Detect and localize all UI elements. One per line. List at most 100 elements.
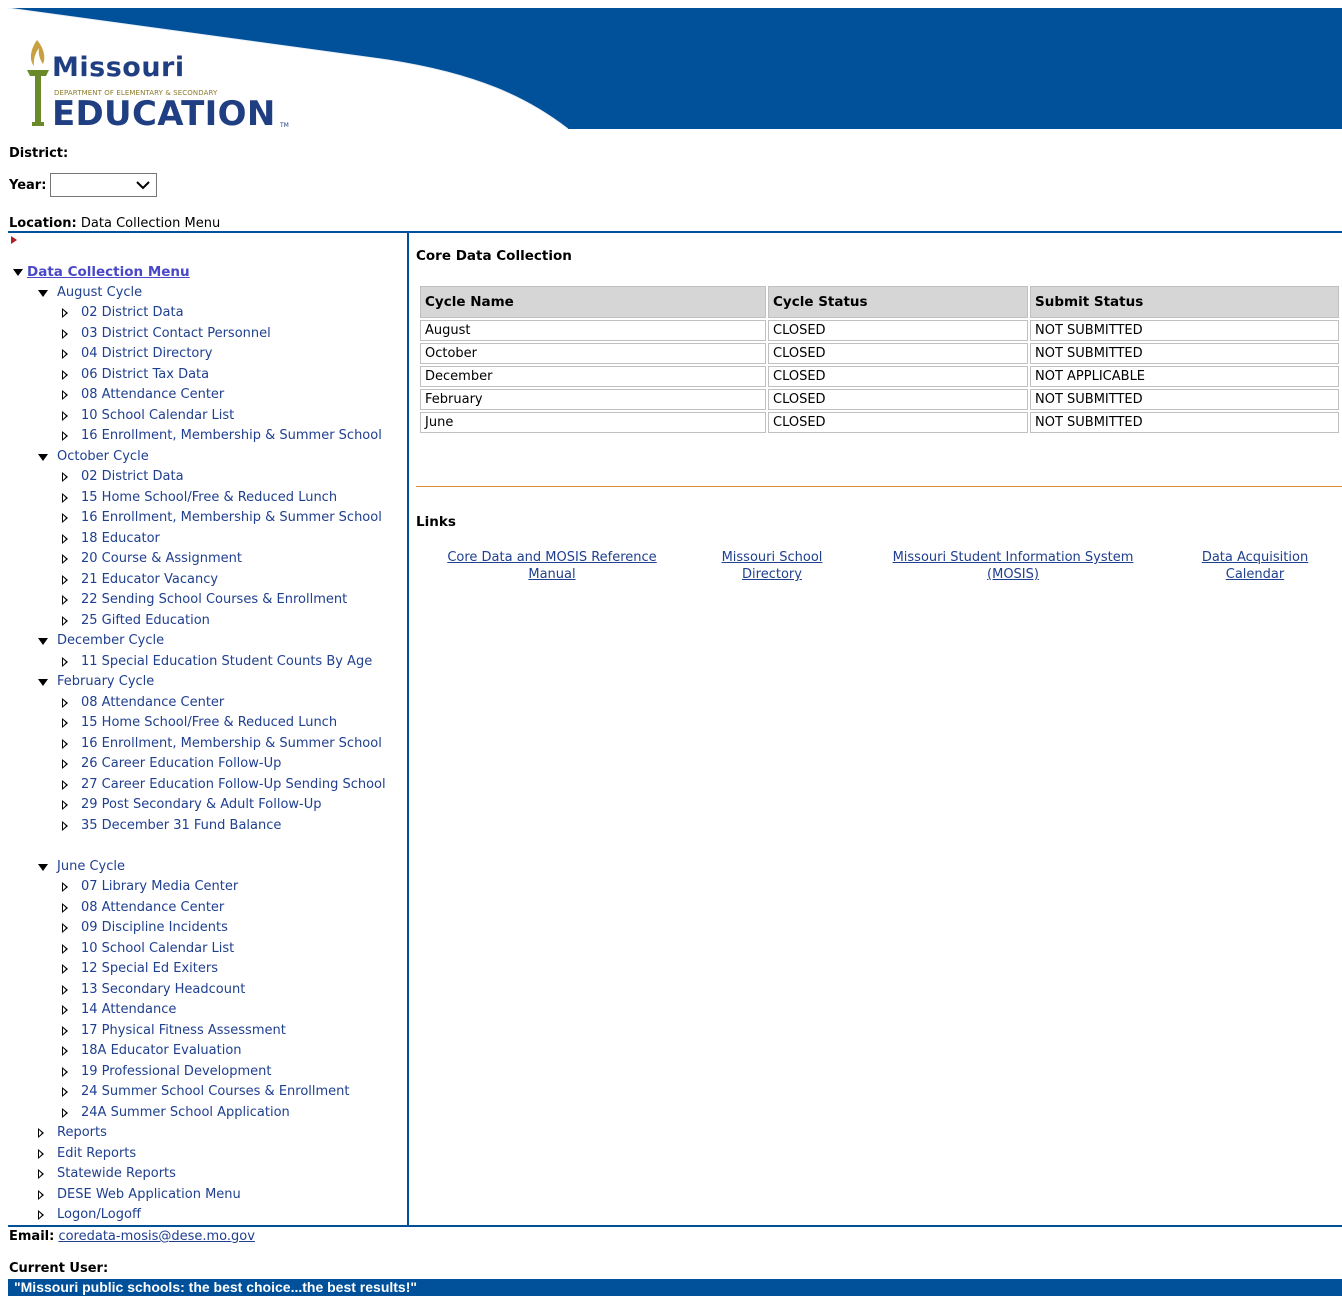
collapsed-icon — [62, 984, 68, 995]
tree-item[interactable]: 19 Professional Development — [11, 1062, 406, 1083]
tree-item[interactable]: 25 Gifted Education — [11, 611, 406, 632]
tree-item[interactable]: 15 Home School/Free & Reduced Lunch — [11, 488, 406, 509]
table-cell: CLOSED — [768, 320, 1028, 341]
tree-item[interactable]: 29 Post Secondary & Adult Follow-Up — [11, 795, 406, 816]
current-user-row: Current User: — [9, 1261, 108, 1276]
tree-statewide-reports[interactable]: Statewide Reports — [11, 1164, 406, 1185]
tree-cycle-october[interactable]: October Cycle — [11, 447, 406, 468]
tree-item[interactable]: 27 Career Education Follow-Up Sending Sc… — [11, 775, 406, 796]
tree-cycle-june[interactable]: June Cycle — [11, 857, 406, 878]
expanded-icon — [38, 453, 48, 461]
current-user-label: Current User: — [9, 1261, 109, 1276]
tree-item[interactable]: 12 Special Ed Exiters — [11, 959, 406, 980]
collapsed-icon — [62, 656, 68, 667]
tree-item[interactable]: 20 Course & Assignment — [11, 549, 406, 570]
table-cell: June — [420, 412, 766, 433]
tree-item[interactable]: 35 December 31 Fund Balance — [11, 816, 406, 837]
tree-item[interactable]: 16 Enrollment, Membership & Summer Schoo… — [11, 508, 406, 529]
tree-item[interactable]: 07 Library Media Center — [11, 877, 406, 898]
table-cell: NOT SUBMITTED — [1030, 343, 1339, 364]
collapsed-icon — [62, 718, 68, 728]
tree-item[interactable]: 10 School Calendar List — [11, 406, 406, 427]
collapsed-icon — [62, 390, 68, 400]
header-banner: Missouri DEPARTMENT OF ELEMENTARY & SECO… — [8, 8, 1342, 129]
tree-item[interactable]: 11 Special Education Student Counts By A… — [11, 652, 406, 673]
collapsed-icon — [62, 943, 68, 954]
collapsed-icon — [62, 533, 68, 544]
tree-item[interactable]: 17 Physical Fitness Assessment — [11, 1021, 406, 1042]
tree-item[interactable]: 22 Sending School Courses & Enrollment — [11, 590, 406, 611]
frame-divider — [407, 233, 409, 1225]
collapsed-icon — [62, 1046, 68, 1056]
collapsed-icon — [62, 308, 68, 318]
tree-item[interactable]: 03 District Contact Personnel — [11, 324, 406, 345]
table-row: August CLOSED NOT SUBMITTED — [420, 320, 1339, 341]
tree-item[interactable]: 08 Attendance Center — [11, 693, 406, 714]
school-directory-link[interactable]: Missouri School Directory — [712, 549, 832, 583]
tree-item[interactable]: 15 Home School/Free & Reduced Lunch — [11, 713, 406, 734]
tree-item[interactable]: 02 District Data — [11, 467, 406, 488]
table-row: October CLOSED NOT SUBMITTED — [420, 343, 1339, 364]
tree-item[interactable]: 21 Educator Vacancy — [11, 570, 406, 591]
collapsed-icon — [62, 1066, 68, 1077]
location-value: Data Collection Menu — [80, 216, 221, 231]
tree-item[interactable]: 09 Discipline Incidents — [11, 918, 406, 939]
tree-item[interactable]: 16 Enrollment, Membership & Summer Schoo… — [11, 734, 406, 755]
tree-item[interactable]: 04 District Directory — [11, 344, 406, 365]
tree-dese-web-app-menu[interactable]: DESE Web Application Menu — [11, 1185, 406, 1206]
year-row: Year: — [9, 173, 158, 197]
email-row: Email: coredata-mosis@dese.mo.gov — [9, 1229, 255, 1244]
tree-item[interactable]: 24 Summer School Courses & Enrollment — [11, 1082, 406, 1103]
dese-logo[interactable]: Missouri DEPARTMENT OF ELEMENTARY & SECO… — [24, 34, 289, 129]
table-header-row: Cycle Name Cycle Status Submit Status — [420, 286, 1339, 318]
motto-banner: "Missouri public schools: the best choic… — [8, 1279, 1342, 1296]
tree-reports[interactable]: Reports — [11, 1123, 406, 1144]
tree-item[interactable]: 06 District Tax Data — [11, 365, 406, 386]
tree-item[interactable]: 08 Attendance Center — [11, 898, 406, 919]
collapsed-icon — [62, 738, 68, 749]
tree-item[interactable]: 16 Enrollment, Membership & Summer Schoo… — [11, 426, 406, 447]
tree-item[interactable]: 24A Summer School Application — [11, 1103, 406, 1124]
tree-cycle-february[interactable]: February Cycle — [11, 672, 406, 693]
location-label: Location: — [9, 216, 77, 231]
column-header: Cycle Status — [768, 286, 1028, 318]
expanded-icon — [38, 679, 48, 686]
collapsed-icon — [38, 1169, 44, 1179]
table-cell: CLOSED — [768, 389, 1028, 410]
collapsed-icon — [38, 1189, 44, 1200]
email-link[interactable]: coredata-mosis@dese.mo.gov — [58, 1229, 254, 1244]
data-collection-menu-link[interactable]: Data Collection Menu — [27, 262, 190, 283]
table-row: February CLOSED NOT SUBMITTED — [420, 389, 1339, 410]
tree-logon-logoff[interactable]: Logon/Logoff — [11, 1205, 406, 1226]
reference-manual-link[interactable]: Core Data and MOSIS Reference Manual — [432, 549, 672, 583]
tree-item[interactable]: 10 School Calendar List — [11, 939, 406, 960]
tree-cycle-august[interactable]: August Cycle — [11, 283, 406, 304]
table-cell: NOT SUBMITTED — [1030, 389, 1339, 410]
tree-cycle-december[interactable]: December Cycle — [11, 631, 406, 652]
table-cell: October — [420, 343, 766, 364]
collapsed-icon — [62, 574, 68, 585]
district-label: District: — [9, 146, 69, 161]
tree-edit-reports[interactable]: Edit Reports — [11, 1144, 406, 1165]
core-data-title: Core Data Collection — [416, 248, 572, 264]
mosis-link[interactable]: Missouri Student Information System (MOS… — [882, 549, 1144, 583]
tree-item[interactable]: 13 Secondary Headcount — [11, 980, 406, 1001]
links-title: Links — [416, 514, 456, 530]
collapsed-icon — [62, 1005, 68, 1015]
tree-item[interactable]: 18A Educator Evaluation — [11, 1041, 406, 1062]
collapsed-icon — [62, 328, 68, 339]
cycle-status-table: Cycle Name Cycle Status Submit Status Au… — [418, 284, 1341, 435]
section-divider — [416, 486, 1342, 487]
tree-item[interactable]: 02 District Data — [11, 303, 406, 324]
collapsed-icon — [62, 431, 68, 441]
year-select[interactable] — [50, 173, 158, 197]
table-row: December CLOSED NOT APPLICABLE — [420, 366, 1339, 387]
data-acquisition-calendar-link[interactable]: Data Acquisition Calendar — [1194, 549, 1316, 583]
collapsed-icon — [62, 410, 68, 421]
tree-item[interactable]: 18 Educator — [11, 529, 406, 550]
tree-item[interactable]: 14 Attendance — [11, 1000, 406, 1021]
collapsed-icon — [62, 349, 68, 359]
tree-root[interactable]: Data Collection Menu — [11, 262, 406, 283]
tree-item[interactable]: 08 Attendance Center — [11, 385, 406, 406]
tree-item[interactable]: 26 Career Education Follow-Up — [11, 754, 406, 775]
